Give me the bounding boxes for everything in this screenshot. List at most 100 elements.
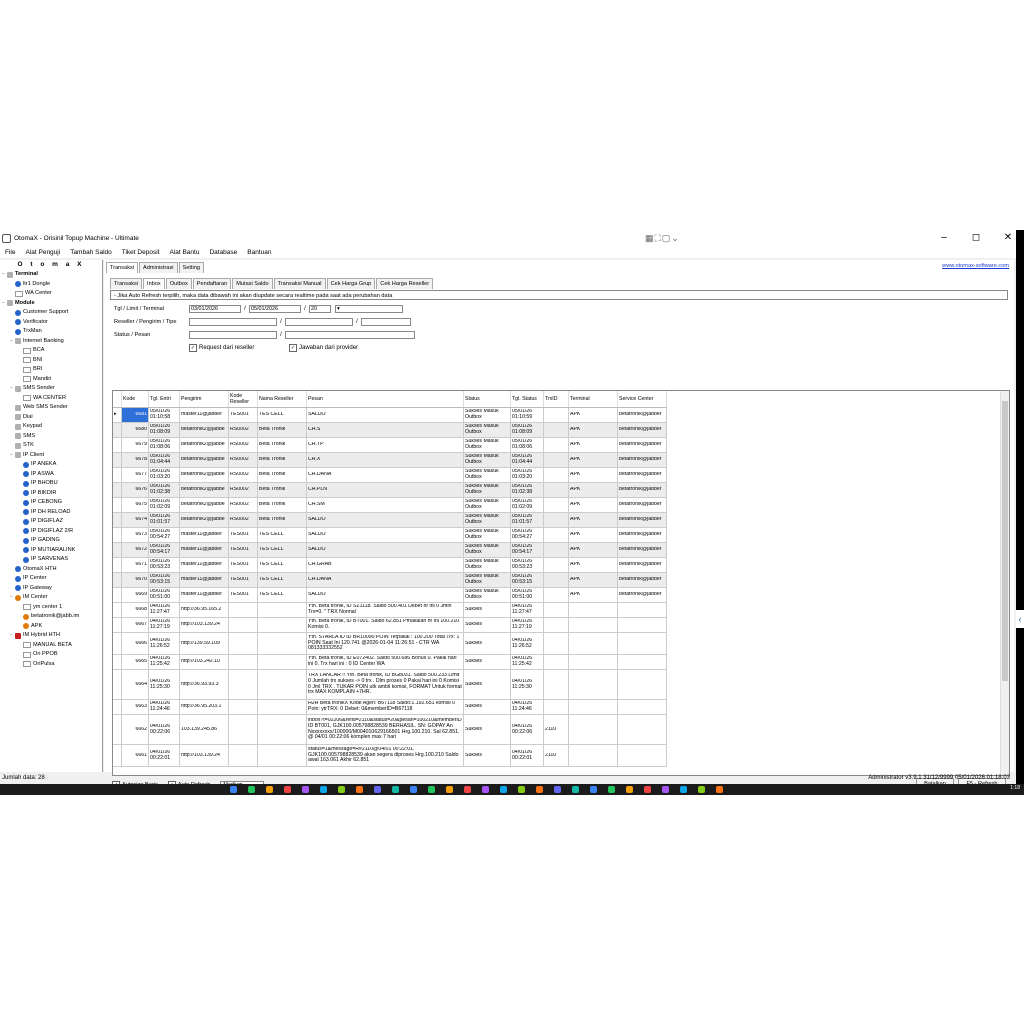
subtab-cek-harga-grup[interactable]: Cek Harga Grup [326,278,376,289]
reseller-input[interactable] [189,317,277,326]
tree-item[interactable]: STK [0,441,102,451]
taskbar-app-icon[interactable] [518,786,525,793]
website-link[interactable]: www.otomax-software.com [942,263,1009,269]
tree-item[interactable]: IP ASWA [0,470,102,480]
tree-item[interactable]: IP GADING [0,536,102,546]
tree-item[interactable]: betatronik@jabb.im [0,612,102,622]
tree-item[interactable]: − Terminal [0,270,102,280]
taskbar-app-icon[interactable] [662,786,669,793]
table-row[interactable]: 6676 05/01/26 01:02:38 betatronik2@jabbe RS… [113,482,667,498]
menu-item-alat-bantu[interactable]: Alat Bantu [164,249,204,256]
tree-item[interactable]: ltr1 Dongle [0,280,102,290]
table-row[interactable]: 6680 05/01/26 01:08:09 betatronik2@jabbe RS… [113,422,667,438]
type-select[interactable] [361,317,411,326]
table-row[interactable]: 6667 04/01/26 11:27:19 http://103.139.24 Yt… [113,617,667,633]
menu-item-bantuan[interactable]: Bantuan [242,249,276,256]
table-row[interactable]: 6678 05/01/26 01:04:44 betatronik2@jabbe RS… [113,452,667,468]
vertical-scrollbar[interactable] [1000,391,1009,775]
table-row[interactable]: 6675 05/01/26 01:02:09 betatronik2@jabbe RS… [113,497,667,513]
taskbar-app-icon[interactable] [230,786,237,793]
tree-item[interactable]: IP MUTIARALINK [0,546,102,556]
column-header[interactable]: Kode Reseller [228,391,258,408]
menu-item-tiket-deposit[interactable]: Tiket Deposit [117,249,165,256]
tree-item[interactable]: SMS [0,432,102,442]
table-row[interactable]: 6677 05/01/26 01:03:20 betatronik2@jabbe RS… [113,467,667,483]
table-row[interactable]: 6674 05/01/26 01:01:57 betatronik2@jabbe RS… [113,512,667,528]
tree-item[interactable]: ym center 1 [0,603,102,613]
taskbar-app-icon[interactable] [392,786,399,793]
taskbar-app-icon[interactable] [410,786,417,793]
date-from-input[interactable]: 03/01/2026 [189,304,241,313]
date-to-input[interactable]: 05/01/2026 [249,304,301,313]
tree-item[interactable]: IP DH RELOAD [0,508,102,518]
taskbar-app-icon[interactable] [716,786,723,793]
tree-item[interactable]: OtomaX HTH [0,565,102,575]
column-header[interactable]: Tgl. Entri [148,391,180,408]
column-header[interactable]: Nama Reseller [257,391,307,408]
layout-icons[interactable]: ▦⛶▢⌄ [645,233,680,244]
chevron-left-icon[interactable]: ‹ [1016,610,1024,628]
limit-input[interactable]: 20 [309,304,331,313]
tree-item[interactable]: BNI [0,356,102,366]
table-row[interactable]: 6668 04/01/26 11:27:47 http://36.95.165.2 Y… [113,602,667,618]
maximize-button[interactable]: ◻ [960,230,992,246]
taskbar-app-icon[interactable] [482,786,489,793]
terminal-select[interactable]: ▾ [335,304,403,313]
column-header[interactable]: Status [463,391,511,408]
table-row[interactable]: 6672 05/01/26 00:54:17 master11@jabber TES0… [113,542,667,558]
tree-item[interactable]: Dial [0,413,102,423]
tree-item[interactable]: Mandiri [0,375,102,385]
tab-transaksi[interactable]: Transaksi [106,262,139,273]
tree-item[interactable]: − Internet Banking [0,337,102,347]
tree-item[interactable]: − SMS Sender [0,384,102,394]
tree-item[interactable]: IP SARVENAS [0,555,102,565]
tree-item[interactable]: Verificator [0,318,102,328]
table-row[interactable]: 6661 04/01/26 00:22:01 http://103.139.24 st… [113,744,667,767]
taskbar-app-icon[interactable] [428,786,435,793]
message-input[interactable] [285,330,415,339]
subtab-transaksi-manual[interactable]: Transaksi Manual [273,278,326,289]
tree-item[interactable]: − IM Hybrid HTH [0,631,102,641]
taskbar-app-icon[interactable] [248,786,255,793]
column-header[interactable]: Service Center [617,391,667,408]
tree-item[interactable]: IP DIGIFLAZ 2/R [0,527,102,537]
sender-input[interactable] [285,317,353,326]
taskbar-app-icon[interactable] [680,786,687,793]
table-row[interactable]: 6679 05/01/26 01:08:06 betatronik2@jabbe RS… [113,437,667,453]
taskbar-app-icon[interactable] [626,786,633,793]
taskbar-app-icon[interactable] [320,786,327,793]
menu-item-database[interactable]: Database [204,249,242,256]
taskbar-app-icon[interactable] [590,786,597,793]
status-select[interactable] [189,330,277,339]
column-header[interactable]: Kode [121,391,149,408]
tree-item[interactable]: IP ANEKA [0,460,102,470]
tree-item[interactable]: BCA [0,346,102,356]
table-row[interactable]: 6671 05/01/26 00:53:23 master11@jabber TES0… [113,557,667,573]
table-row[interactable]: 6664 04/01/26 11:25:30 http://36.93.93.3 TR… [113,669,667,700]
table-row[interactable]: 6662 04/01/26 00:22:06 103.139.245.86 inbox… [113,714,667,745]
tree-item[interactable]: − IP Client [0,451,102,461]
menu-item-tambah-saldo[interactable]: Tambah Saldo [65,249,117,256]
tree-item[interactable]: Ori PPOB [0,650,102,660]
subtab-outbox[interactable]: Outbox [165,278,192,289]
table-row[interactable]: 6673 05/01/26 00:54:27 master11@jabber TES0… [113,527,667,543]
tree-item[interactable]: Web SMS Sender [0,403,102,413]
tree-item[interactable]: APK [0,622,102,632]
tree-item[interactable]: MANUAL BETA [0,641,102,651]
tree-item[interactable]: IP BIKDIR [0,489,102,499]
column-header[interactable]: Terminal [568,391,618,408]
tree-item[interactable]: TrxMan [0,327,102,337]
taskbar-app-icon[interactable] [554,786,561,793]
scroll-thumb[interactable] [1002,401,1008,681]
table-row[interactable]: 6665 04/01/26 11:25:42 http://103.242.10 Yt… [113,654,667,670]
menu-item-file[interactable]: File [0,249,20,256]
column-header[interactable]: Tgl. Status [510,391,544,408]
minimize-button[interactable]: – [928,230,960,246]
table-row[interactable]: ▸ 6681 05/01/26 01:10:58 master11@jabber TES… [113,407,667,423]
tree-item[interactable]: IP Gateway [0,584,102,594]
taskbar-app-icon[interactable] [266,786,273,793]
tree-item[interactable]: IP Center [0,574,102,584]
tree-item[interactable]: BRI [0,365,102,375]
taskbar-app-icon[interactable] [302,786,309,793]
taskbar-app-icon[interactable] [500,786,507,793]
